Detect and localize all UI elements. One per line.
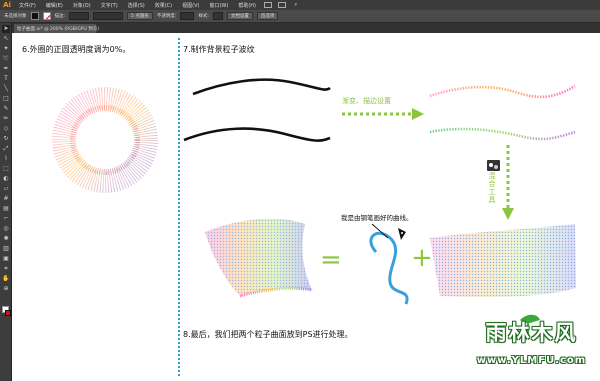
gpu-icon[interactable]: ⚡ <box>289 2 303 8</box>
step6-caption: 6.外圈的正圆透明度调为0%。 <box>22 45 131 54</box>
stroke-swatch[interactable] <box>42 12 51 20</box>
variable-width-field[interactable] <box>93 12 124 20</box>
watermark-url: www.YLMFU.com <box>476 355 587 366</box>
control-bar: 未选择对象 描边: 5 点圆形 不透明度: 样式: 文档设置 首选项 <box>0 10 600 23</box>
hand-icon[interactable]: ✋ <box>2 275 10 283</box>
watermark-title: 雨林木风 <box>485 321 578 345</box>
blend-icon[interactable]: ◎ <box>2 225 10 233</box>
mesh-icon[interactable]: # <box>2 195 10 203</box>
eyedropper-icon[interactable]: ⌐ <box>2 215 10 223</box>
opacity-label: 不透明度: <box>156 14 177 19</box>
style-label: 样式: <box>198 14 209 19</box>
document-tab-bar: 粒子曲面.ai* @ 200% (RGB/GPU 预览) <box>12 23 600 33</box>
pen-curve-label: 我是由钢笔画好的曲线。 <box>341 214 413 222</box>
free-transform-icon[interactable]: ⬚ <box>2 165 10 173</box>
brush-dropdown[interactable]: 5 点圆形 <box>127 12 153 20</box>
app-logo: Ai <box>3 1 11 9</box>
slice-icon[interactable]: ⌗ <box>2 265 10 273</box>
stroke-label: 描边: <box>54 14 66 19</box>
selection-status: 未选择对象 <box>4 14 27 19</box>
shape-builder-icon[interactable]: ◐ <box>2 175 10 183</box>
artboard-icon[interactable]: ▣ <box>2 255 10 263</box>
perspective-icon[interactable]: ▱ <box>2 185 10 193</box>
symbol-sprayer-icon[interactable]: ✺ <box>2 235 10 243</box>
menu-select[interactable]: 选择(S) <box>123 2 150 9</box>
menu-type[interactable]: 文字(T) <box>96 2 123 9</box>
document-tab[interactable]: 粒子曲面.ai* @ 200% (RGB/GPU 预览) <box>14 24 99 33</box>
gradient-settings-label: 渐变、描边设置 <box>342 97 391 105</box>
illustrator-window: Ai 文件(F) 编辑(E) 对象(O) 文字(T) 选择(S) 效果(C) 视… <box>0 0 600 381</box>
bridge-icon[interactable] <box>264 2 272 8</box>
paintbrush-icon[interactable]: ✎ <box>2 105 10 113</box>
line-icon[interactable]: ╲ <box>2 85 10 93</box>
column-graph-icon[interactable]: ▥ <box>2 245 10 253</box>
menu-edit[interactable]: 编辑(E) <box>41 2 68 9</box>
type-icon[interactable]: T <box>2 75 10 83</box>
menu-window[interactable]: 窗口(W) <box>204 2 233 9</box>
fill-swatch[interactable] <box>30 12 39 20</box>
menu-view[interactable]: 视图(V) <box>177 2 204 9</box>
eraser-icon[interactable]: ◇ <box>2 125 10 133</box>
selection-icon[interactable]: ➤ <box>2 25 10 33</box>
magic-wand-icon[interactable]: ✦ <box>2 45 10 53</box>
arrange-documents-icon[interactable] <box>278 2 286 8</box>
direct-selection-icon[interactable]: ↖ <box>2 35 10 43</box>
style-dropdown[interactable] <box>212 12 223 20</box>
blend-tool-label: 混合工具 <box>488 172 496 204</box>
plus-sign: + <box>411 243 433 273</box>
opacity-field[interactable] <box>180 12 195 20</box>
menu-bar: Ai 文件(F) 编辑(E) 对象(O) 文字(T) 选择(S) 效果(C) 视… <box>0 0 600 10</box>
gradient-icon[interactable]: ▤ <box>2 205 10 213</box>
step8-caption: 8.最后，我们把两个粒子曲面放到PS进行处理。 <box>183 330 353 339</box>
menu-effect[interactable]: 效果(C) <box>150 2 177 9</box>
rectangle-icon[interactable]: □ <box>2 95 10 103</box>
document-setup-button[interactable]: 文档设置 <box>226 12 253 20</box>
pen-icon[interactable]: ✒ <box>2 65 10 73</box>
stroke-color-swatch[interactable] <box>5 310 11 316</box>
lasso-icon[interactable]: ➰ <box>2 55 10 63</box>
menu-file[interactable]: 文件(F) <box>14 2 41 9</box>
watermark: 雨林木风 www.YLMFU.com <box>465 313 598 379</box>
width-icon[interactable]: ⌇ <box>2 155 10 163</box>
pencil-icon[interactable]: ✏ <box>2 115 10 123</box>
menu-object[interactable]: 对象(O) <box>68 2 96 9</box>
section-divider <box>178 38 180 376</box>
menu-help[interactable]: 帮助(H) <box>233 2 261 9</box>
zoom-icon[interactable]: ⊕ <box>2 285 10 293</box>
preferences-button[interactable]: 首选项 <box>256 12 279 20</box>
step7-caption: 7.制作背景粒子波纹 <box>183 45 255 54</box>
equals-sign: = <box>320 245 342 275</box>
rotate-icon[interactable]: ↻ <box>2 135 10 143</box>
stroke-weight-field[interactable] <box>69 12 90 20</box>
tools-panel: ➤ ↖ ✦ ➰ ✒ T ╲ □ ✎ ✏ ◇ ↻ ⤢ ⌇ ⬚ ◐ ▱ # ▤ ⌐ … <box>0 23 12 381</box>
scale-icon[interactable]: ⤢ <box>2 145 10 153</box>
